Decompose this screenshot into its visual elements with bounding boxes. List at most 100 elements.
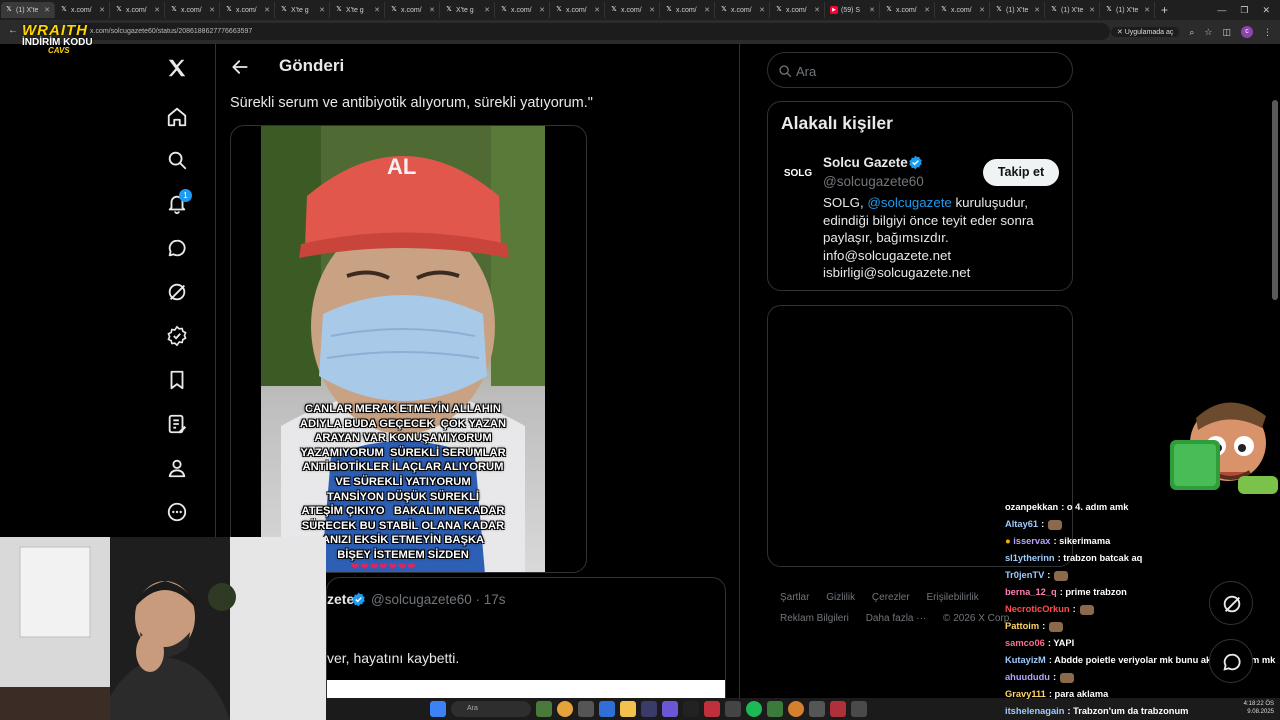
back-arrow-icon[interactable] — [230, 57, 250, 77]
chat-username[interactable]: samco06 — [1005, 638, 1045, 648]
tab-close-icon[interactable]: ✕ — [44, 6, 50, 14]
tab-close-icon[interactable]: ✕ — [99, 6, 105, 14]
open-in-app-button[interactable]: ✕ Uygulamada aç — [1110, 27, 1180, 37]
windows-start-icon[interactable] — [430, 701, 446, 717]
tab-close-icon[interactable]: ✕ — [924, 6, 930, 14]
tab-close-icon[interactable]: ✕ — [1144, 6, 1150, 14]
tab-close-icon[interactable]: ✕ — [429, 6, 435, 14]
browser-tab[interactable]: 𝕏 (1) X'te ✕ — [1101, 2, 1155, 18]
back-nav-icon[interactable]: ← — [8, 25, 18, 36]
footer-link-privacy[interactable]: Gizlilik — [826, 592, 855, 603]
maximize-icon[interactable]: ❐ — [1240, 5, 1248, 16]
chat-username[interactable]: itshelenagain — [1005, 706, 1064, 716]
taskbar-search[interactable]: Ara — [451, 701, 531, 717]
search-box[interactable] — [767, 52, 1073, 88]
browser-tab[interactable]: 𝕏x.com/ ✕ — [881, 2, 935, 18]
minimize-icon[interactable]: — — [1217, 5, 1226, 15]
page-scrollbar[interactable] — [1272, 100, 1278, 300]
taskbar-app-icon[interactable] — [788, 701, 804, 717]
chat-username[interactable]: isservax — [1013, 536, 1050, 546]
profile-icon[interactable] — [162, 453, 192, 483]
messages-chat-icon[interactable] — [162, 233, 192, 263]
file-explorer-icon[interactable] — [620, 701, 636, 717]
chat-username[interactable]: ozanpekkan — [1005, 502, 1058, 512]
tab-close-icon[interactable]: ✕ — [814, 6, 820, 14]
taskbar-app-icon[interactable] — [725, 701, 741, 717]
more-options-icon[interactable] — [162, 497, 192, 527]
taskbar-app-icon[interactable] — [851, 701, 867, 717]
taskbar-app-icon[interactable] — [578, 701, 594, 717]
browser-tab[interactable]: 𝕏x.com/ ✕ — [661, 2, 715, 18]
menu-icon[interactable]: ⋮ — [1263, 27, 1272, 38]
tab-close-icon[interactable]: ✕ — [374, 6, 380, 14]
browser-tab[interactable]: 𝕏x.com/ ✕ — [221, 2, 275, 18]
browser-tab[interactable]: 𝕏 X'te g ✕ — [441, 2, 495, 18]
discord-icon[interactable] — [662, 701, 678, 717]
chat-username[interactable]: KutayizM — [1005, 655, 1046, 665]
chrome-icon[interactable] — [557, 701, 573, 717]
profile-avatar[interactable]: c — [1241, 26, 1253, 38]
tab-close-icon[interactable]: ✕ — [264, 6, 270, 14]
browser-tab[interactable]: 𝕏x.com/ ✕ — [496, 2, 550, 18]
footer-link-more[interactable]: Daha fazla ··· — [866, 613, 927, 624]
chat-username[interactable]: berna_12_q — [1005, 587, 1057, 597]
grok-floating-button[interactable] — [1209, 581, 1253, 625]
articles-icon[interactable] — [162, 409, 192, 439]
footer-link-terms[interactable]: Şartlar — [780, 592, 809, 603]
search-input[interactable] — [796, 61, 1056, 81]
chat-username[interactable]: Tr0jenTV — [1005, 570, 1044, 580]
browser-tab[interactable]: 𝕏x.com/ ✕ — [936, 2, 990, 18]
explore-search-icon[interactable] — [162, 145, 192, 175]
browser-tab[interactable]: 𝕏 (1) X'te ✕ — [1046, 2, 1100, 18]
chat-username[interactable]: sl1ytherinn — [1005, 553, 1055, 563]
url-field[interactable]: x.com/solcugazete60/status/2086188627776… — [70, 23, 1110, 40]
browser-tab[interactable]: 𝕏x.com/ ✕ — [606, 2, 660, 18]
browser-tab[interactable]: 𝕏 X'te g ✕ — [276, 2, 330, 18]
bio-mention-link[interactable]: @solcugazete — [867, 195, 951, 210]
browser-tab[interactable]: 𝕏x.com/ ✕ — [716, 2, 770, 18]
close-window-icon[interactable]: ✕ — [1262, 5, 1270, 16]
extensions-icon[interactable]: ◫ — [1222, 27, 1231, 38]
verified-orgs-icon[interactable] — [162, 321, 192, 351]
account-avatar[interactable]: SOLG — [780, 156, 816, 192]
browser-tab[interactable]: 𝕏x.com/ ✕ — [771, 2, 825, 18]
footer-link-cookies[interactable]: Çerezler — [872, 592, 910, 603]
browser-tab[interactable]: 𝕏x.com/ ✕ — [111, 2, 165, 18]
footer-link-ads-info[interactable]: Reklam Bilgileri — [780, 613, 849, 624]
tab-close-icon[interactable]: ✕ — [649, 6, 655, 14]
tab-close-icon[interactable]: ✕ — [209, 6, 215, 14]
account-name[interactable]: Solcu Gazete — [823, 155, 908, 170]
taskbar-app-icon[interactable] — [830, 701, 846, 717]
tab-close-icon[interactable]: ✕ — [594, 6, 600, 14]
x-logo-icon[interactable] — [162, 53, 192, 83]
tab-close-icon[interactable]: ✕ — [484, 6, 490, 14]
steam-icon[interactable] — [683, 701, 699, 717]
browser-tab[interactable]: 𝕏 (1) X'te ✕ — [991, 2, 1045, 18]
follow-button[interactable]: Takip et — [983, 159, 1059, 186]
footer-link-accessibility[interactable]: Erişilebilirlik — [926, 592, 978, 603]
post-media[interactable]: AL CANLAR MERAK ETMEYİN ALLAHIN ADIYLA BU… — [230, 125, 587, 573]
zoom-icon[interactable]: ⌕ — [1189, 27, 1194, 38]
chat-username[interactable]: NecroticOrkun — [1005, 604, 1070, 614]
bookmark-star-icon[interactable]: ☆ — [1204, 27, 1212, 38]
taskbar-app-icon[interactable] — [704, 701, 720, 717]
notifications-bell-icon[interactable]: 1 — [162, 189, 192, 219]
tab-close-icon[interactable]: ✕ — [869, 6, 875, 14]
tab-close-icon[interactable]: ✕ — [1034, 6, 1040, 14]
tab-close-icon[interactable]: ✕ — [154, 6, 160, 14]
edge-icon[interactable] — [599, 701, 615, 717]
browser-tab[interactable]: 𝕏 (1) X'te ✕ — [1, 2, 55, 18]
tab-close-icon[interactable]: ✕ — [759, 6, 765, 14]
spotify-icon[interactable] — [746, 701, 762, 717]
taskbar-widget-icon[interactable] — [536, 701, 552, 717]
chat-username[interactable]: ahuududu — [1005, 672, 1050, 682]
bookmarks-icon[interactable] — [162, 365, 192, 395]
tab-close-icon[interactable]: ✕ — [1089, 6, 1095, 14]
taskbar-app-icon[interactable] — [767, 701, 783, 717]
tab-close-icon[interactable]: ✕ — [539, 6, 545, 14]
chat-username[interactable]: Pattoim — [1005, 621, 1039, 631]
browser-tab[interactable]: 𝕏x.com/ ✕ — [56, 2, 110, 18]
browser-tab[interactable]: 𝕏x.com/ ✕ — [551, 2, 605, 18]
tab-close-icon[interactable]: ✕ — [979, 6, 985, 14]
browser-tab[interactable]: 𝕏x.com/ ✕ — [166, 2, 220, 18]
